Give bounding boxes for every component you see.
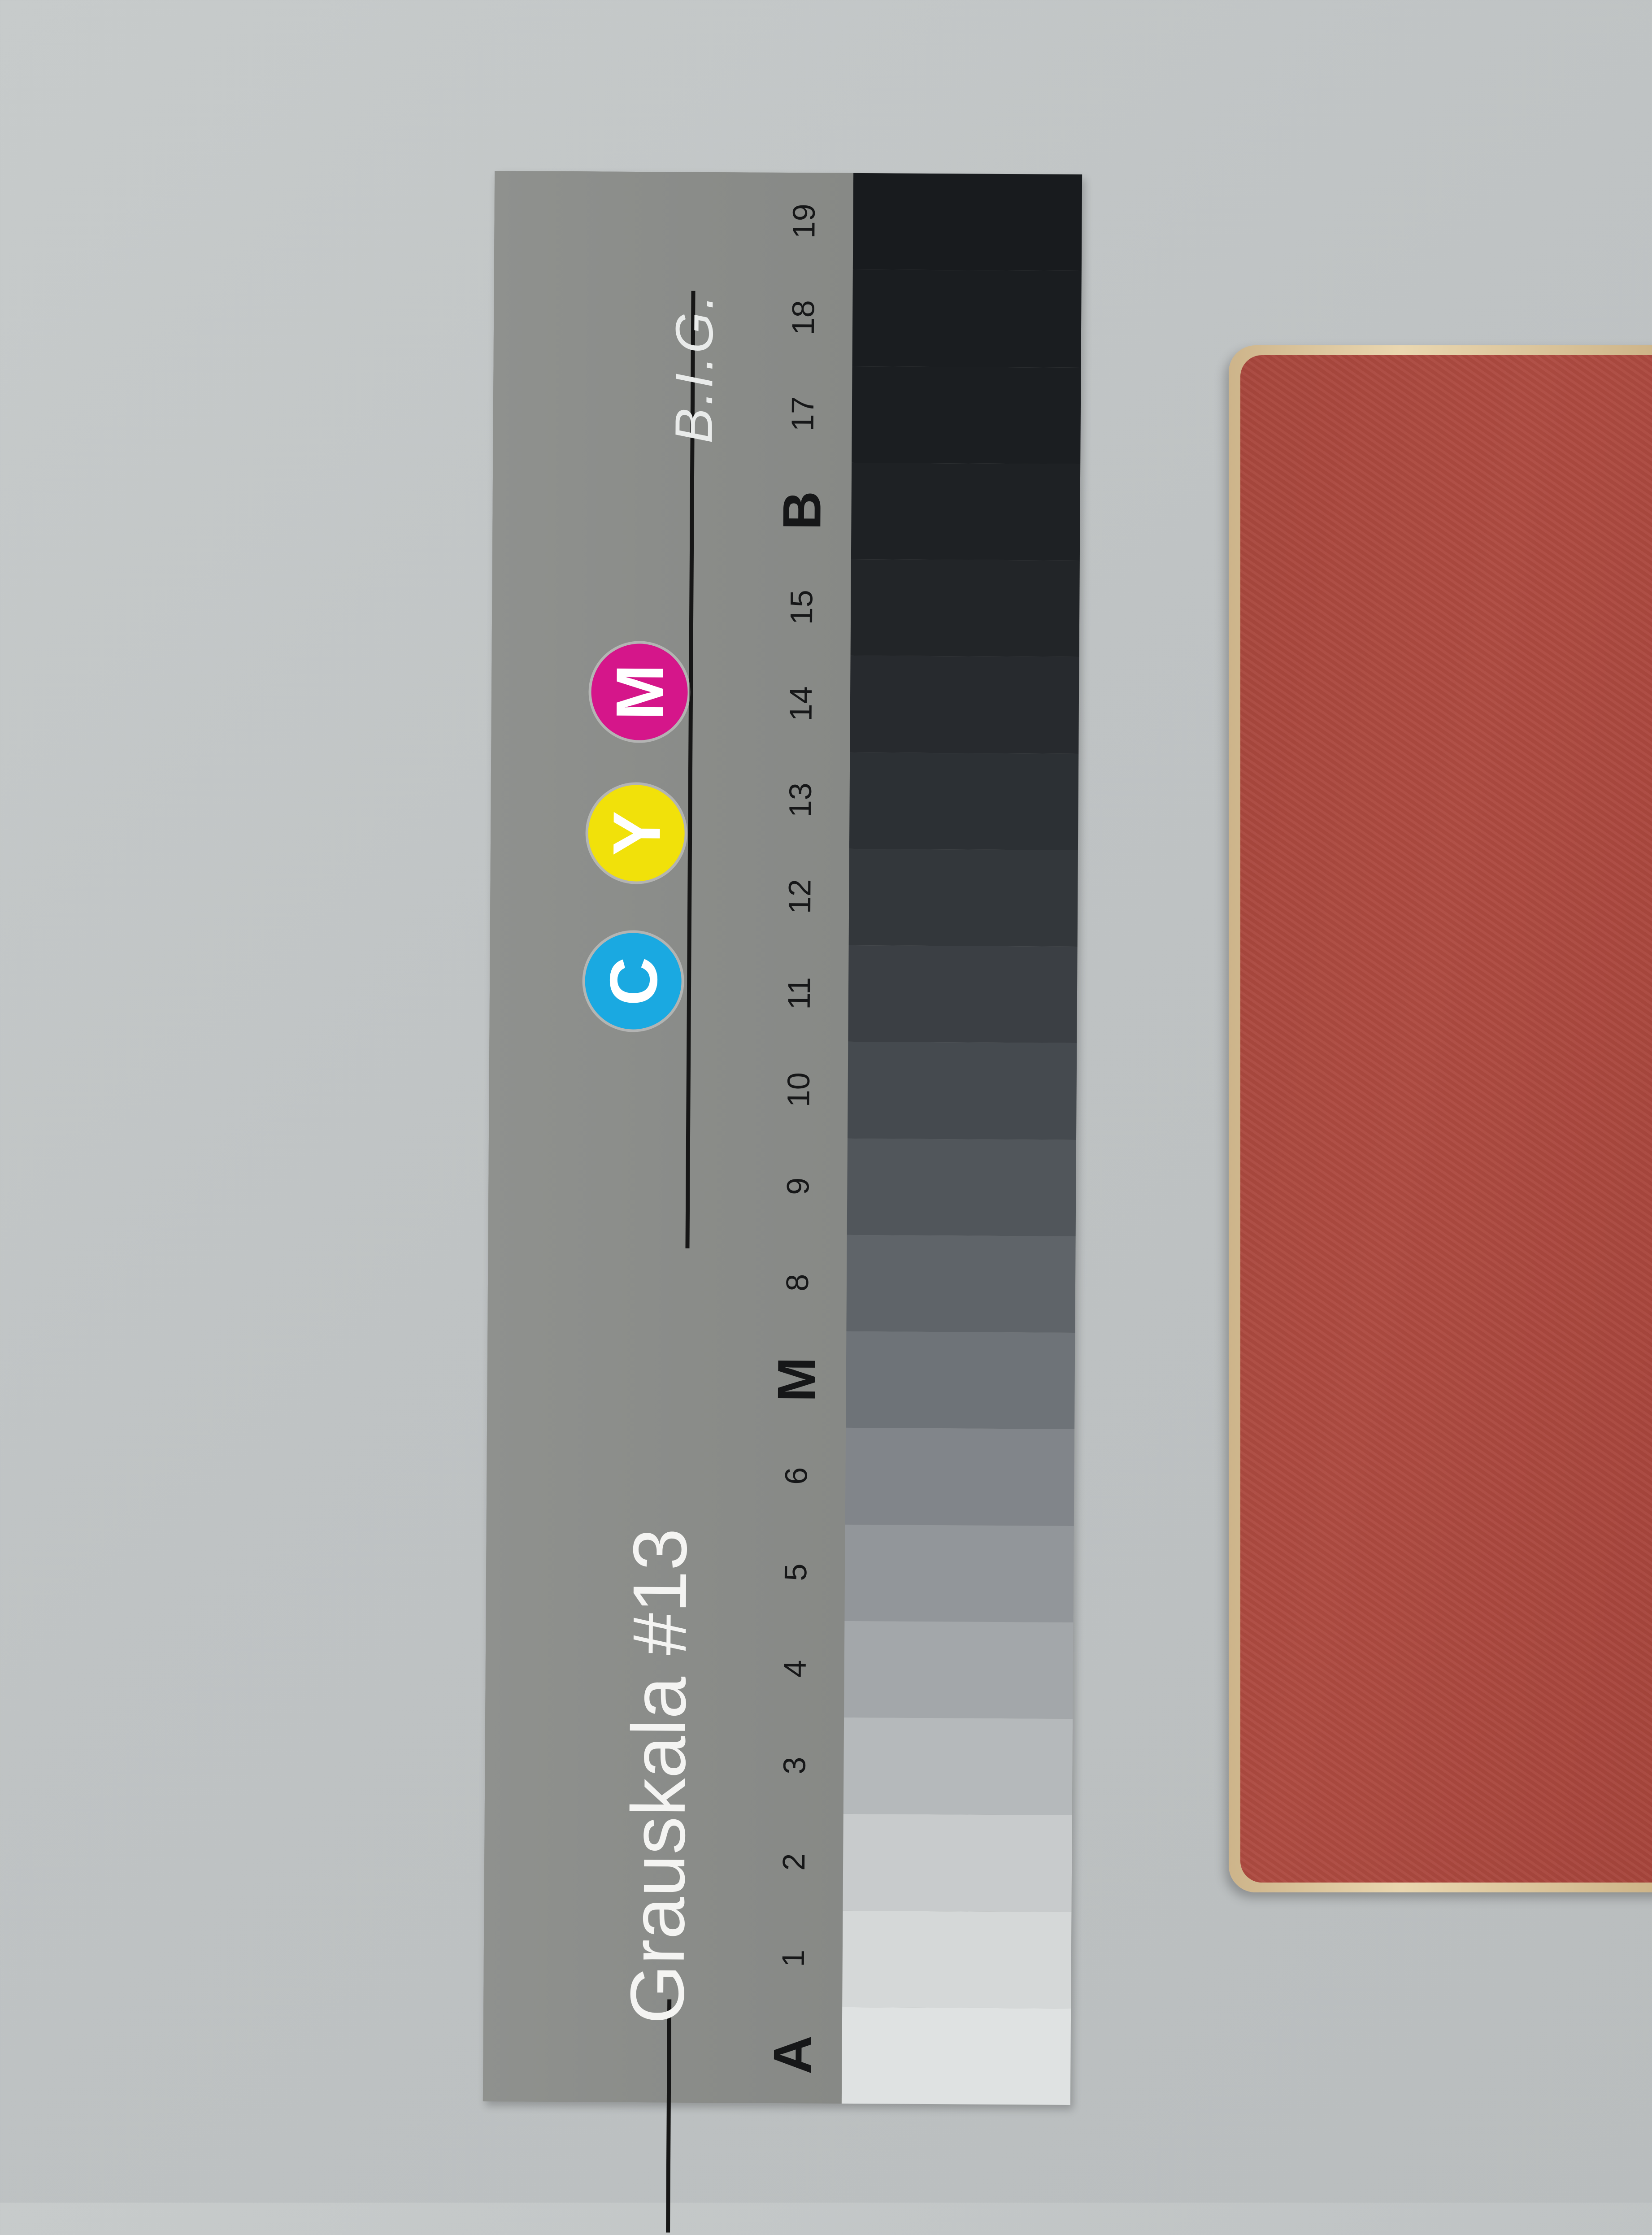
gray-patch	[846, 1235, 1076, 1333]
divider-line-short	[666, 1999, 672, 2233]
yellow-badge: Y	[587, 784, 685, 882]
magenta-badge: M	[591, 643, 688, 741]
gray-patch	[843, 1717, 1073, 1816]
scale-label: B	[772, 491, 832, 530]
gray-patch	[848, 945, 1078, 1044]
scale-label: 5	[778, 1563, 813, 1582]
gray-patch	[846, 1331, 1075, 1430]
gray-patch	[852, 366, 1081, 464]
scale-label: 3	[777, 1757, 812, 1774]
scale-label: A	[762, 2035, 823, 2075]
gray-patch	[841, 2007, 1071, 2105]
scale-label: 8	[779, 1274, 815, 1292]
scale-label: M	[766, 1357, 827, 1402]
photo-scene: { "card": { "title": "Grauskala #13", "b…	[0, 0, 1652, 2233]
gray-patch	[847, 1138, 1076, 1236]
scale-label: 2	[776, 1853, 812, 1871]
gray-patch	[850, 656, 1079, 754]
scale-label: 18	[785, 300, 821, 335]
gray-patch	[844, 1524, 1074, 1622]
scale-label: 9	[780, 1177, 816, 1196]
magenta-badge-letter: M	[601, 664, 678, 721]
scale-label: 13	[783, 783, 818, 818]
gray-patch	[848, 848, 1078, 947]
cyan-badge-letter: C	[595, 957, 671, 1006]
grayscale-card: Grauskala #13 B.I.G. C Y M A 1 2 3 4 5 6 M 8 9 10 1…	[483, 171, 1082, 2233]
gray-patch	[845, 1428, 1075, 1526]
scale-label: 6	[778, 1467, 814, 1485]
gray-patch	[842, 1910, 1072, 2009]
gray-patch	[852, 173, 1082, 271]
book-cover	[1240, 355, 1652, 1883]
scale-label: 11	[781, 977, 817, 1010]
card-title: Grauskala #13	[614, 1528, 703, 2024]
scale-label: 15	[783, 589, 819, 625]
scale-label: 19	[786, 203, 822, 239]
gray-step-wedge	[841, 173, 1082, 2105]
scale-label: 17	[785, 396, 821, 432]
gray-patch	[851, 462, 1081, 561]
scale-label: 14	[783, 686, 819, 722]
gray-patch	[843, 1814, 1072, 1912]
gray-patch	[847, 1042, 1077, 1140]
scale-label: 4	[777, 1660, 813, 1678]
gray-patch	[844, 1621, 1074, 1719]
gray-patch	[850, 559, 1080, 657]
gray-patch	[849, 752, 1079, 850]
gray-patch	[852, 270, 1082, 368]
card-brand: B.I.G.	[664, 291, 725, 444]
cyan-badge: C	[584, 932, 682, 1030]
scale-label: 1	[775, 1949, 811, 1968]
scale-label: 10	[781, 1072, 816, 1108]
yellow-badge-letter: Y	[598, 810, 674, 856]
scale-label: 12	[782, 879, 817, 914]
book	[1229, 345, 1652, 1892]
